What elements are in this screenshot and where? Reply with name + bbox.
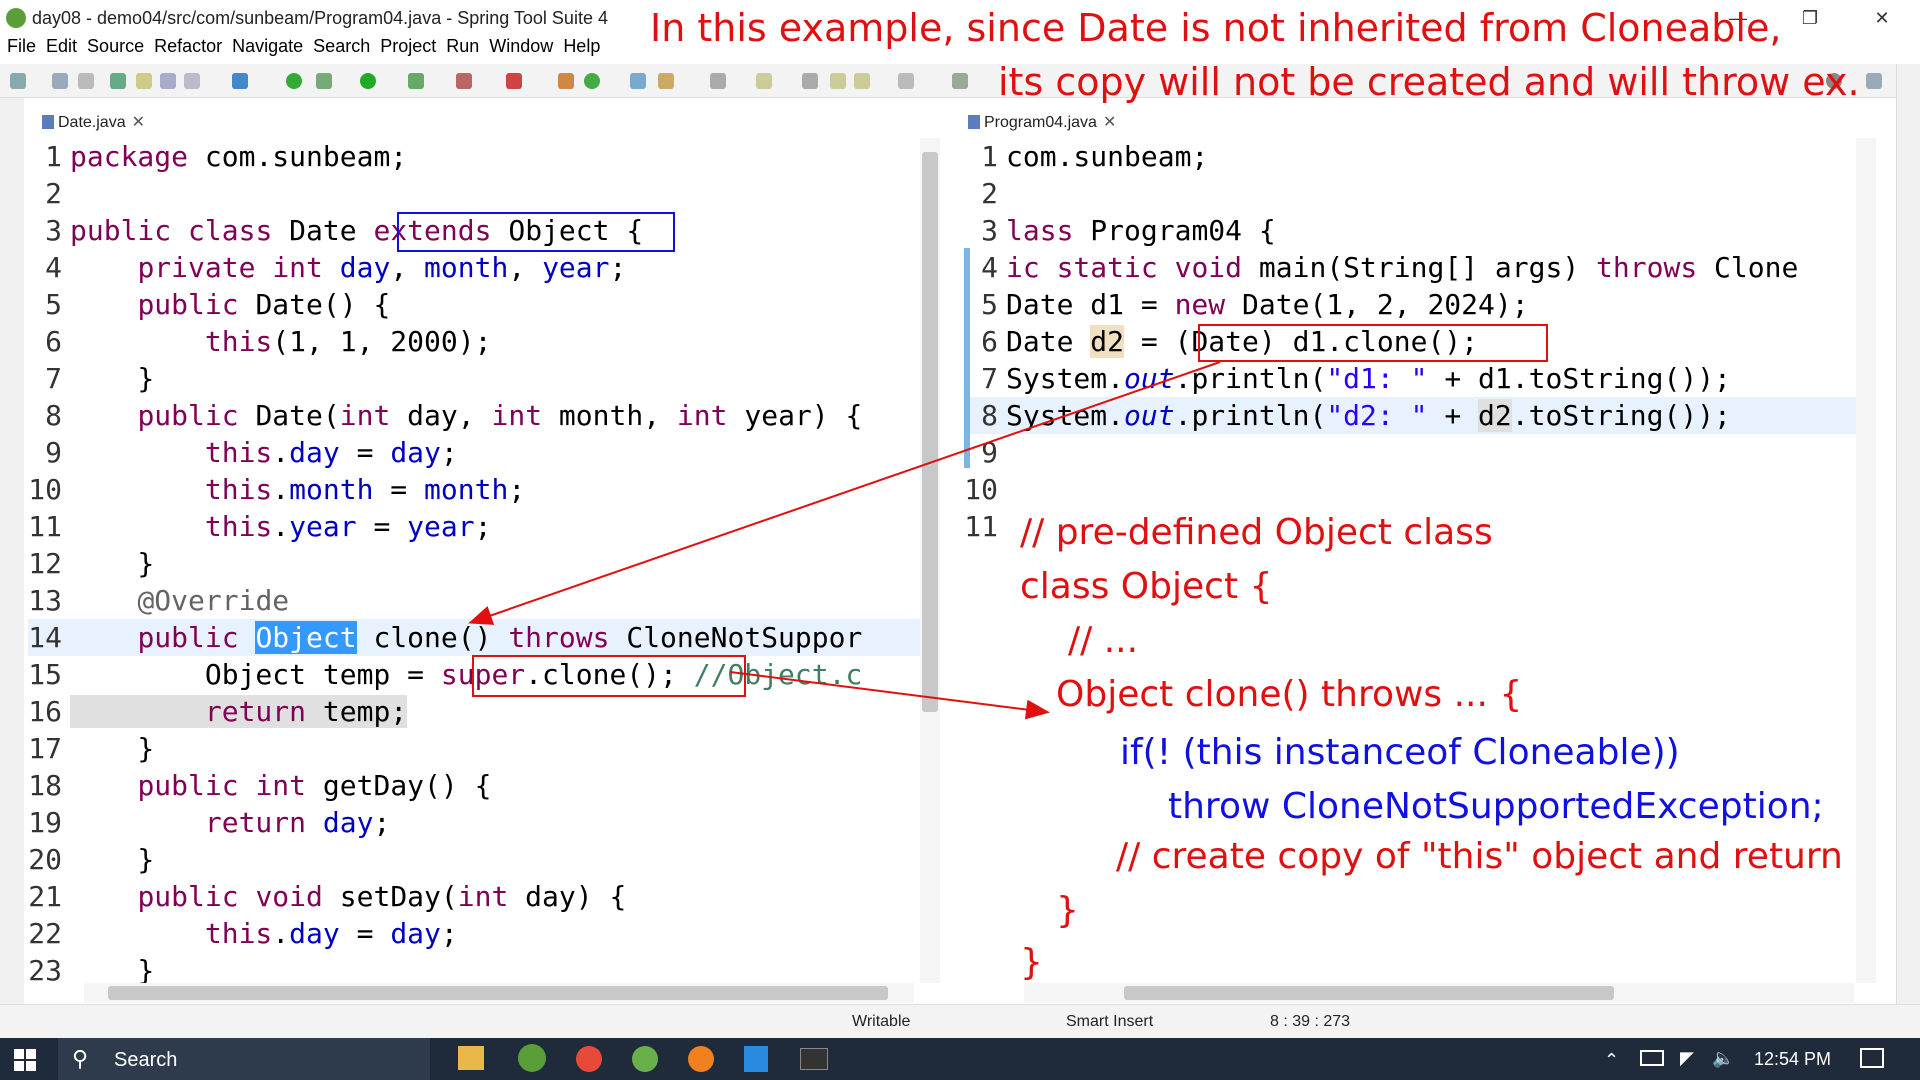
annotation-note-3: // ... <box>1068 620 1139 661</box>
annotation-note-8: } <box>1056 890 1079 931</box>
vscode-icon[interactable] <box>744 1046 768 1072</box>
status-bar: Writable Smart Insert 8 : 39 : 273 <box>0 1004 1920 1038</box>
status-writable: Writable <box>852 1013 911 1030</box>
taskbar-search-label: Search <box>114 1049 178 1071</box>
taskbar-clock[interactable]: 12:54 PM <box>1754 1049 1831 1070</box>
annotation-note-9: } <box>1020 942 1043 983</box>
annotation-note-2: class Object { <box>1020 566 1273 607</box>
chrome-icon[interactable] <box>576 1046 602 1072</box>
chevron-up-icon[interactable]: ⌃ <box>1604 1050 1619 1071</box>
taskbar-search-box[interactable]: ⚲ Search <box>58 1038 430 1080</box>
search-icon: ⚲ <box>72 1046 89 1071</box>
volume-icon[interactable]: 🔈 <box>1712 1048 1734 1069</box>
arrow-to-object-clone <box>729 671 1050 720</box>
status-cursor-position: 8 : 39 : 273 <box>1270 1013 1351 1030</box>
annotation-headline-1: In this example, since Date is not inher… <box>650 6 1782 50</box>
spring-tool-suite-taskbar-icon[interactable] <box>518 1044 546 1072</box>
windows-start-icon[interactable] <box>14 1049 36 1071</box>
status-insert-mode: Smart Insert <box>1066 1013 1154 1030</box>
annotation-note-7: // create copy of "this" object and retu… <box>1116 836 1843 877</box>
terminal-icon[interactable] <box>800 1048 828 1070</box>
annotation-arrows <box>468 361 1221 720</box>
battery-icon[interactable] <box>1640 1050 1664 1066</box>
file-explorer-icon[interactable] <box>458 1046 484 1070</box>
annotation-note-4: Object clone() throws ... { <box>1056 674 1523 715</box>
annotation-note-5: if(! (this instanceof Cloneable)) <box>1120 732 1680 773</box>
wifi-icon[interactable]: ◤ <box>1680 1048 1694 1069</box>
annotation-headline-2: its copy will not be created and will th… <box>998 60 1860 104</box>
firefox-icon[interactable] <box>688 1046 714 1072</box>
windows-taskbar: ⚲ Search ⌃ ◤ 🔈 12:54 PM <box>0 1038 1920 1080</box>
spring-icon[interactable] <box>632 1046 658 1072</box>
annotation-note-6: throw CloneNotSupportedException; <box>1168 786 1824 827</box>
annotation-note-1: // pre-defined Object class <box>1020 512 1493 553</box>
notifications-icon[interactable] <box>1860 1048 1884 1068</box>
